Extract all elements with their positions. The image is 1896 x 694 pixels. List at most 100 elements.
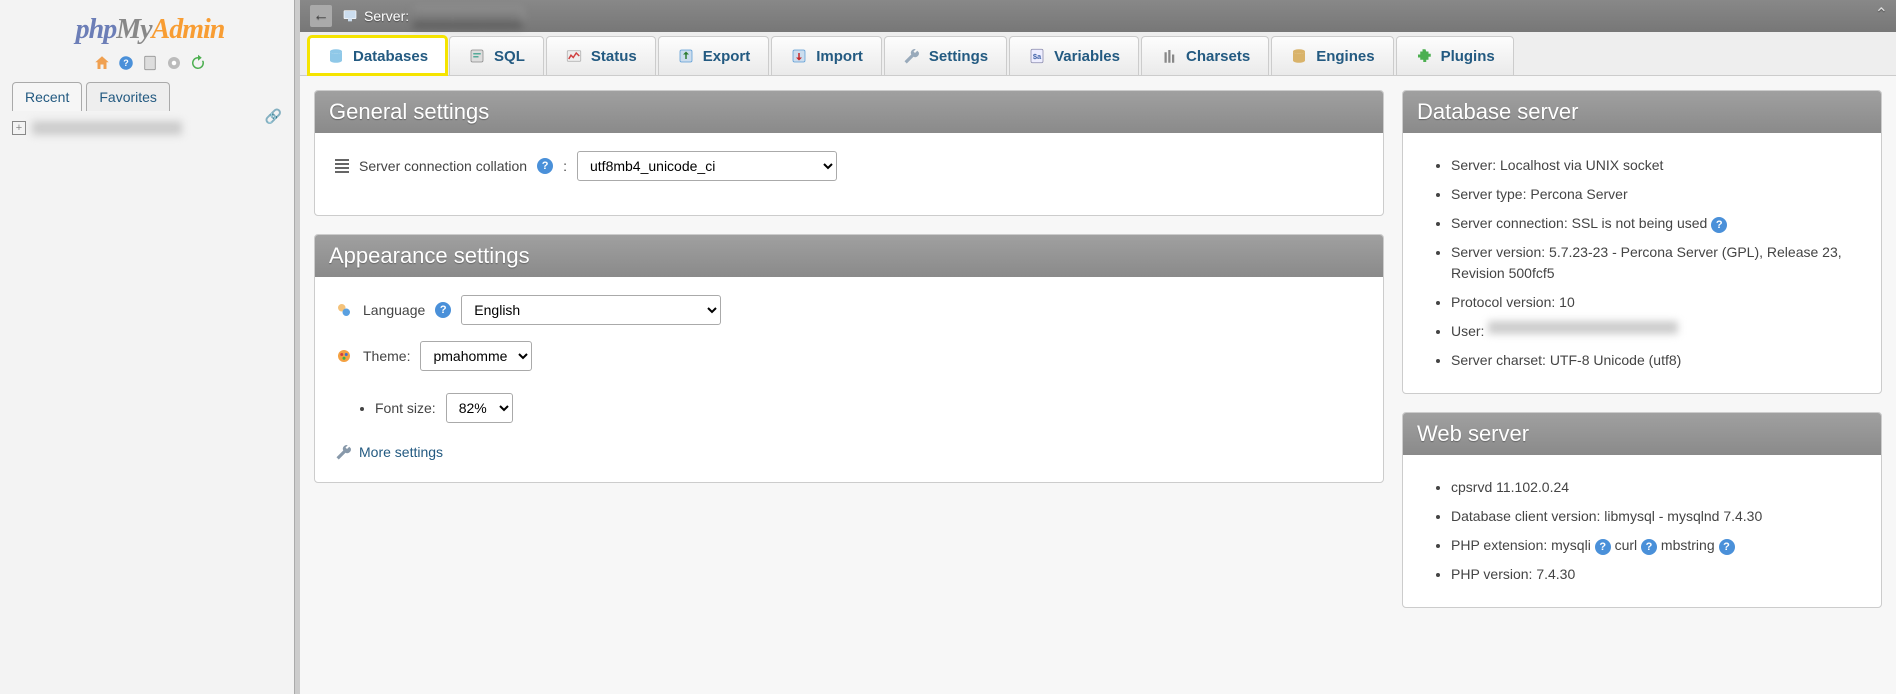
panel-title: Appearance settings xyxy=(315,235,1383,277)
topbar: ← Server: ███████████ ⌃ xyxy=(300,0,1896,32)
server-label: Server: xyxy=(364,8,409,24)
general-settings-panel: General settings Server connection colla… xyxy=(314,90,1384,216)
tab-label: Settings xyxy=(929,48,988,65)
more-settings-label: More settings xyxy=(359,444,443,460)
logo-part-my: My xyxy=(116,14,151,45)
language-icon xyxy=(335,301,353,319)
tab-engines[interactable]: Engines xyxy=(1271,36,1393,75)
fontsize-label: Font size: xyxy=(375,400,436,416)
back-button[interactable]: ← xyxy=(310,5,332,27)
web-server-panel: Web server cpsrvd 11.102.0.24Database cl… xyxy=(1402,412,1882,608)
tab-settings[interactable]: Settings xyxy=(884,36,1007,75)
content: General settings Server connection colla… xyxy=(300,76,1896,694)
tab-export-icon xyxy=(677,47,695,65)
tab-settings-icon xyxy=(903,47,921,65)
tab-label: Engines xyxy=(1316,48,1374,65)
tab-plugins[interactable]: Plugins xyxy=(1396,36,1514,75)
tab-label: Status xyxy=(591,48,637,65)
database-server-panel: Database server Server: Localhost via UN… xyxy=(1402,90,1882,394)
tab-sql[interactable]: SQL xyxy=(449,36,544,75)
language-label: Language xyxy=(363,302,425,318)
help-icon[interactable]: ? xyxy=(1711,217,1727,233)
main: ← Server: ███████████ ⌃ Databases SQL Stat… xyxy=(300,0,1896,694)
tab-variables[interactable]: $a Variables xyxy=(1009,36,1139,75)
svg-text:?: ? xyxy=(123,58,129,68)
logo-part-php: php xyxy=(76,14,117,45)
tab-label: Variables xyxy=(1054,48,1120,65)
webserver-item: PHP version: 7.4.30 xyxy=(1451,560,1861,589)
collation-label: Server connection collation xyxy=(359,158,527,174)
dbserver-item: Server charset: UTF-8 Unicode (utf8) xyxy=(1451,346,1861,375)
tab-variables-icon: $a xyxy=(1028,47,1046,65)
webserver-item: Database client version: libmysql - mysq… xyxy=(1451,502,1861,531)
theme-select[interactable]: pmahomme xyxy=(420,341,532,371)
collation-select[interactable]: utf8mb4_unicode_ci xyxy=(577,151,837,181)
language-select[interactable]: English xyxy=(461,295,721,325)
settings-icon[interactable] xyxy=(165,54,183,72)
collapse-panel-icon[interactable]: ⌃ xyxy=(1875,4,1888,24)
tab-plugins-icon xyxy=(1415,47,1433,65)
main-tabs: Databases SQL Status Export Import Settings $a… xyxy=(300,32,1896,76)
panel-title: General settings xyxy=(315,91,1383,133)
tree-row[interactable]: + ████████████ xyxy=(12,121,288,135)
tab-sql-icon xyxy=(468,47,486,65)
svg-text:$a: $a xyxy=(1033,52,1042,61)
tab-label: Databases xyxy=(353,48,428,65)
webserver-item: PHP extension: mysqli ? curl ? mbstring … xyxy=(1451,531,1861,560)
sidebar-resize-handle[interactable] xyxy=(294,0,300,694)
reload-icon[interactable] xyxy=(189,54,207,72)
tab-databases-icon xyxy=(327,47,345,65)
dbserver-item: Protocol version: 10 xyxy=(1451,288,1861,317)
wrench-icon xyxy=(335,443,353,461)
tab-charsets-icon xyxy=(1160,47,1178,65)
home-icon[interactable] xyxy=(93,54,111,72)
tab-import-icon xyxy=(790,47,808,65)
webserver-item: cpsrvd 11.102.0.24 xyxy=(1451,473,1861,502)
docs-icon[interactable] xyxy=(141,54,159,72)
help-icon[interactable]: ? xyxy=(1595,539,1611,555)
dbserver-item: Server version: 5.7.23-23 - Percona Serv… xyxy=(1451,238,1861,288)
sidebar: phpMyAdmin ? Recent Favorites 🔗 + ██████… xyxy=(0,0,300,694)
theme-icon xyxy=(335,347,353,365)
sidebar-tabs: Recent Favorites xyxy=(0,82,300,111)
server-name: ███████████ xyxy=(413,9,523,23)
expand-icon[interactable]: + xyxy=(12,121,26,135)
tree-item-name: ████████████ xyxy=(32,121,182,135)
tab-label: SQL xyxy=(494,48,525,65)
theme-label: Theme: xyxy=(363,348,410,364)
sidebar-tab-favorites[interactable]: Favorites xyxy=(86,82,170,111)
appearance-settings-panel: Appearance settings Language ? English T… xyxy=(314,234,1384,483)
tab-status[interactable]: Status xyxy=(546,36,656,75)
user-value: ███████████████ xyxy=(1488,321,1678,334)
tab-label: Export xyxy=(703,48,751,65)
tab-charsets[interactable]: Charsets xyxy=(1141,36,1269,75)
more-settings-link[interactable]: More settings xyxy=(335,443,443,461)
sidebar-tab-recent[interactable]: Recent xyxy=(12,82,82,111)
tab-engines-icon xyxy=(1290,47,1308,65)
sidebar-toolbar: ? xyxy=(93,50,207,82)
tab-databases[interactable]: Databases xyxy=(308,36,447,75)
tab-label: Plugins xyxy=(1441,48,1495,65)
link-icon[interactable]: 🔗 xyxy=(265,108,282,125)
logo: phpMyAdmin xyxy=(76,8,225,50)
server-icon xyxy=(342,8,358,24)
panel-title: Web server xyxy=(1403,413,1881,455)
tab-label: Import xyxy=(816,48,863,65)
dbserver-item: Server type: Percona Server xyxy=(1451,180,1861,209)
collation-icon xyxy=(335,157,349,175)
fontsize-select[interactable]: 82% xyxy=(446,393,513,423)
tab-label: Charsets xyxy=(1186,48,1250,65)
panel-title: Database server xyxy=(1403,91,1881,133)
dbserver-item: Server connection: SSL is not being used… xyxy=(1451,209,1861,238)
logo-part-admin: Admin xyxy=(152,14,225,45)
tab-export[interactable]: Export xyxy=(658,36,770,75)
tab-status-icon xyxy=(565,47,583,65)
help-icon[interactable]: ? xyxy=(1641,539,1657,555)
db-tree: + ████████████ xyxy=(0,111,300,135)
tab-import[interactable]: Import xyxy=(771,36,882,75)
help-icon[interactable]: ? xyxy=(1719,539,1735,555)
help-icon[interactable]: ? xyxy=(435,302,451,318)
dbserver-item: User: ███████████████ xyxy=(1451,317,1861,346)
logout-icon[interactable]: ? xyxy=(117,54,135,72)
help-icon[interactable]: ? xyxy=(537,158,553,174)
